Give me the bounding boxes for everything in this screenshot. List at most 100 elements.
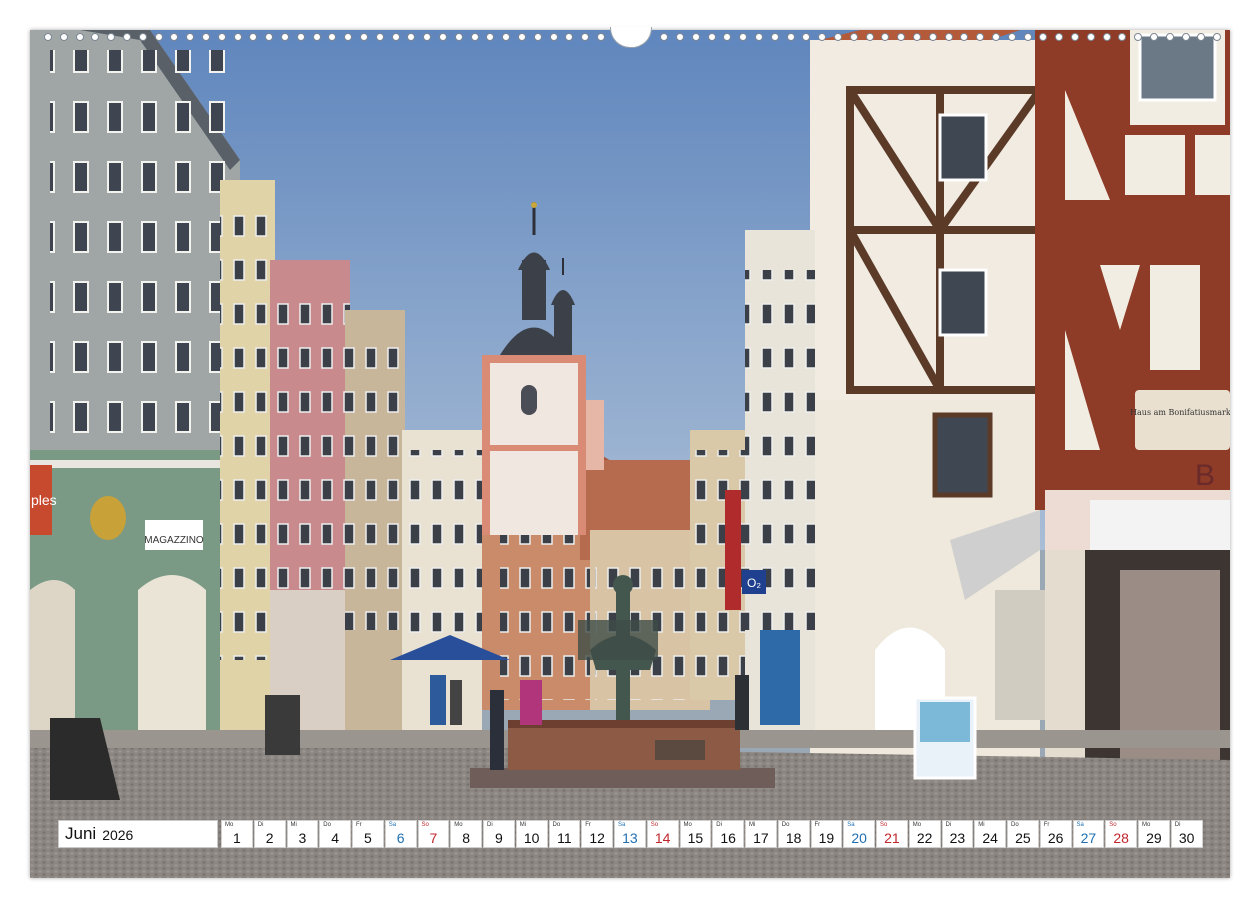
spiral-hole (676, 33, 684, 41)
spiral-hole (502, 33, 510, 41)
day-cell: So28 (1105, 820, 1137, 848)
day-cell: Mo15 (680, 820, 712, 848)
spiral-hole (581, 33, 589, 41)
spiral-hole (407, 33, 415, 41)
spiral-hole (866, 33, 874, 41)
spiral-hole (818, 33, 826, 41)
spiral-hole (976, 33, 984, 41)
day-cell: Mo22 (909, 820, 941, 848)
spiral-hole (802, 33, 810, 41)
spiral-hole (1039, 33, 1047, 41)
spiral-hole (1134, 33, 1142, 41)
day-cell: Di16 (712, 820, 744, 848)
day-abbr: Mo (684, 822, 692, 828)
day-abbr: Di (258, 822, 264, 828)
day-cells: Mo1Di2Mi3Do4Fr5Sa6So7Mo8Di9Mi10Do11Fr12S… (221, 820, 1203, 850)
spiral-hole (550, 33, 558, 41)
day-cell: Fr5 (352, 820, 384, 848)
day-cell: So21 (876, 820, 908, 848)
day-number: 26 (1041, 830, 1071, 846)
spiral-hole (123, 33, 131, 41)
day-cell: Do4 (319, 820, 351, 848)
day-number: 8 (451, 830, 481, 846)
spiral-hole (376, 33, 384, 41)
calendar-page: MAGAZZINO ples (30, 30, 1230, 878)
spiral-hole (960, 33, 968, 41)
svg-text:ples: ples (31, 492, 57, 508)
day-number: 16 (713, 830, 743, 846)
spiral-hole (1150, 33, 1158, 41)
day-abbr: Fr (815, 822, 821, 828)
day-cell: So 14 (647, 820, 679, 848)
spiral-hole (155, 33, 163, 41)
day-abbr: Do (553, 822, 561, 828)
day-cell: Sa 27 (1073, 820, 1105, 848)
svg-text:MAGAZZINO: MAGAZZINO (144, 535, 204, 546)
spiral-hole (708, 33, 716, 41)
day-cell: Fr12 (581, 820, 613, 848)
spiral-hole (249, 33, 257, 41)
day-abbr: Mo (454, 822, 462, 828)
day-number: 19 (812, 830, 842, 846)
day-number: 1 (222, 830, 252, 846)
month-label: Juni 2026 (58, 820, 218, 848)
day-number: 27 (1074, 830, 1104, 846)
day-abbr: So (651, 822, 658, 828)
spiral-hole (1071, 33, 1079, 41)
day-number: 3 (288, 830, 318, 846)
day-number: 5 (353, 830, 383, 846)
day-cell: Fr 26 (1040, 820, 1072, 848)
spiral-hole (881, 33, 889, 41)
spiral-hole (771, 33, 779, 41)
spiral-hole (850, 33, 858, 41)
day-abbr: Mo (1142, 822, 1150, 828)
day-abbr: Mo (225, 822, 233, 828)
day-abbr: Mi (749, 822, 755, 828)
calendar-strip: Juni 2026 Mo1Di2Mi3Do4Fr5Sa6So7Mo8Di9Mi1… (58, 820, 1203, 850)
day-abbr: Fr (1044, 822, 1050, 828)
spiral-hole (1197, 33, 1205, 41)
day-number: 18 (779, 830, 809, 846)
town-street-photo: MAGAZZINO ples (30, 30, 1230, 878)
day-abbr: Di (946, 822, 952, 828)
day-number: 29 (1139, 830, 1169, 846)
day-number: 10 (517, 830, 547, 846)
day-cell: Mi24 (974, 820, 1006, 848)
day-abbr: Di (487, 822, 493, 828)
spiral-hole (44, 33, 52, 41)
day-abbr: So (422, 822, 429, 828)
spiral-hole (234, 33, 242, 41)
day-number: 13 (615, 830, 645, 846)
day-abbr: Di (1175, 822, 1181, 828)
spiral-hole (423, 33, 431, 41)
svg-text:Haus am Bonifatiusmarkt: Haus am Bonifatiusmarkt (1130, 408, 1230, 417)
day-abbr: Sa (618, 822, 625, 828)
day-number: 14 (648, 830, 678, 846)
spiral-hole (1166, 33, 1174, 41)
day-cell: Di 2 (254, 820, 286, 848)
day-abbr: Sa (1077, 822, 1084, 828)
day-number: 28 (1106, 830, 1136, 846)
spiral-hole (1055, 33, 1063, 41)
spiral-hole (170, 33, 178, 41)
spiral-hole (518, 33, 526, 41)
half-timbered-building (810, 30, 1045, 760)
day-number: 2 (255, 830, 285, 846)
day-abbr: Mi (291, 822, 297, 828)
day-number: 4 (320, 830, 350, 846)
day-number: 22 (910, 830, 940, 846)
day-number: 12 (582, 830, 612, 846)
spiral-hole (91, 33, 99, 41)
spiral-hole (297, 33, 305, 41)
day-abbr: Sa (847, 822, 854, 828)
spiral-hole (1118, 33, 1126, 41)
day-cell: So7 (418, 820, 450, 848)
spiral-hole (455, 33, 463, 41)
day-number: 20 (844, 830, 874, 846)
spiral-hole (265, 33, 273, 41)
day-cell: Do11 (549, 820, 581, 848)
left-grey-building: MAGAZZINO ples (30, 30, 240, 730)
spiral-hole (281, 33, 289, 41)
spiral-hole (313, 33, 321, 41)
spiral-hole (360, 33, 368, 41)
